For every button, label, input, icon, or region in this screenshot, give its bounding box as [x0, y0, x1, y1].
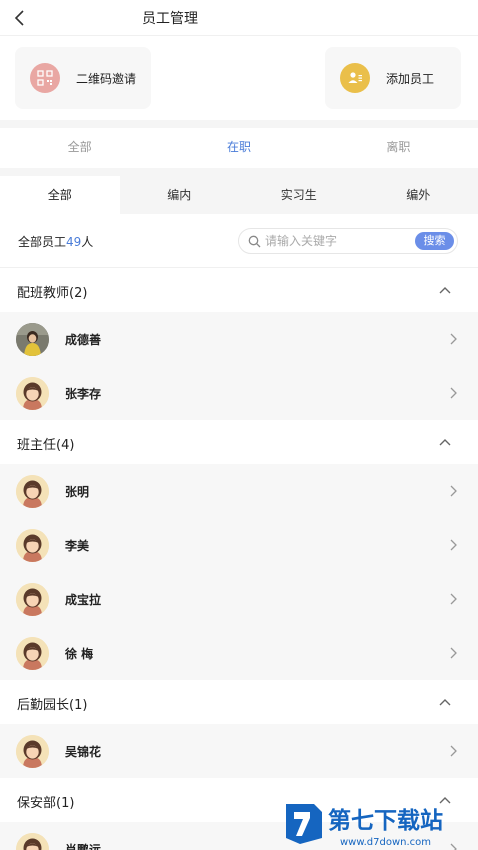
employee-row[interactable]: 徐 梅: [0, 626, 478, 680]
tab-resigned[interactable]: 离职: [319, 128, 478, 168]
chevron-right-icon: [450, 647, 457, 659]
chevron-right-icon: [450, 745, 457, 757]
employee-row[interactable]: 成德善: [0, 312, 478, 366]
employee-name: 成德善: [65, 333, 102, 347]
employee-name: 徐 梅: [65, 647, 94, 661]
group-name: 配班教师(2): [17, 286, 88, 301]
watermark-logo: 第七下载站 www.d7down.com: [286, 804, 443, 848]
employee-row[interactable]: 张李存: [0, 366, 478, 420]
chevron-right-icon: [450, 593, 457, 605]
avatar: [16, 583, 49, 616]
divider: [0, 120, 478, 128]
employee-name: 吴锦花: [65, 745, 102, 759]
employee-name: 张李存: [65, 387, 102, 401]
search-button[interactable]: 搜索: [415, 232, 454, 250]
employee-list: 配班教师(2) 成德善张李存班主任(4) 张明李美成宝拉徐 梅后勤园长(1) 吴锦花保…: [0, 268, 478, 850]
count-suffix: 人: [81, 235, 94, 249]
count-prefix: 全部员工: [18, 235, 67, 249]
tab-staffed[interactable]: 编内: [120, 176, 240, 214]
avatar: [16, 735, 49, 768]
chevron-right-icon: [450, 485, 457, 497]
group-header[interactable]: 班主任(4): [0, 420, 478, 464]
employee-row[interactable]: 成宝拉: [0, 572, 478, 626]
chevron-up-icon[interactable]: [438, 283, 452, 297]
employee-name: 李美: [65, 539, 90, 553]
tab-all-types[interactable]: 全部: [0, 176, 120, 214]
watermark-url: www.d7down.com: [340, 837, 431, 848]
status-tabs: 全部 在职 离职: [0, 128, 478, 168]
watermark-brand: 第七下载站: [328, 807, 443, 834]
add-user-icon: [340, 63, 370, 93]
type-tabs: 全部 编内 实习生 编外: [0, 176, 478, 214]
nav-bar: 员工管理: [0, 0, 478, 36]
search-input[interactable]: [265, 232, 405, 250]
avatar: [16, 475, 49, 508]
group-name: 后勤园长(1): [17, 698, 88, 713]
qr-code-icon: [30, 63, 60, 93]
avatar: [16, 529, 49, 562]
avatar: [16, 833, 49, 850]
employee-row[interactable]: 李美: [0, 518, 478, 572]
divider: [0, 168, 478, 176]
qr-invite-label: 二维码邀请: [76, 71, 137, 86]
qr-invite-button[interactable]: 二维码邀请: [15, 47, 151, 109]
group-header[interactable]: 配班教师(2): [0, 268, 478, 312]
employee-name: 肖鹏远: [65, 843, 102, 850]
group-name: 班主任(4): [17, 438, 75, 453]
group-header[interactable]: 后勤园长(1): [0, 680, 478, 724]
avatar: [16, 637, 49, 670]
search-box: 搜索: [238, 228, 458, 254]
avatar: [16, 323, 49, 356]
tab-employed[interactable]: 在职: [159, 128, 318, 168]
employee-row[interactable]: 张明: [0, 464, 478, 518]
action-cards: 二维码邀请 添加员工: [0, 36, 478, 120]
avatar: [16, 377, 49, 410]
employee-name: 张明: [65, 485, 90, 499]
employee-count: 全部员工49人: [18, 233, 93, 250]
page-title: 员工管理: [142, 11, 198, 27]
tab-intern[interactable]: 实习生: [239, 176, 359, 214]
search-icon: [248, 235, 261, 248]
chevron-up-icon[interactable]: [438, 435, 452, 449]
count-number: 49: [66, 235, 82, 249]
chevron-right-icon: [450, 333, 457, 345]
group-name: 保安部(1): [17, 796, 75, 811]
chevron-right-icon: [450, 539, 457, 551]
tab-contract[interactable]: 编外: [359, 176, 478, 214]
add-employee-label: 添加员工: [386, 71, 435, 86]
list-toolbar: 全部员工49人 搜索: [0, 214, 478, 268]
employee-name: 成宝拉: [65, 593, 102, 607]
chevron-right-icon: [450, 387, 457, 399]
employee-row[interactable]: 吴锦花: [0, 724, 478, 778]
tab-all-status[interactable]: 全部: [0, 128, 159, 168]
add-employee-button[interactable]: 添加员工: [325, 47, 461, 109]
chevron-up-icon[interactable]: [438, 695, 452, 709]
